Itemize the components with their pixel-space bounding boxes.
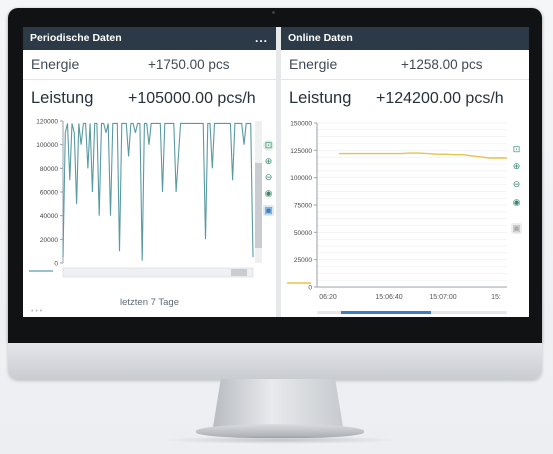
pan-icon[interactable]: ◉	[511, 197, 522, 208]
x-tick-label: 15:	[491, 294, 501, 301]
pan-icon[interactable]: ◉	[263, 188, 274, 199]
y-tick-label: 60000	[40, 190, 58, 197]
energy-row: Energie +1258.00 pcs	[281, 50, 529, 80]
y-tick-label: 100000	[36, 142, 58, 149]
y-tick-label: 40000	[40, 213, 58, 220]
panel-header: Online Daten	[281, 27, 529, 50]
power-value: +105000.00 pcs/h	[128, 90, 256, 107]
power-value: +124200.00 pcs/h	[376, 90, 504, 107]
x-scroll-thumb	[341, 311, 431, 314]
online-data-panel: Online Daten Energie +1258.00 pcs Leistu…	[281, 27, 529, 317]
y-tick-label: 0	[308, 285, 312, 292]
energy-label: Energie	[289, 56, 338, 72]
y-tick-label: 80000	[40, 166, 58, 173]
online-chart-svg: 150000 125000 100000 75000 50000 25000 0 06:20 1…	[287, 121, 507, 314]
screen: Periodische Daten ... Energie +1750.00 p…	[23, 27, 529, 317]
panel-title: Periodische Daten	[30, 32, 122, 44]
export-icon[interactable]: ▣	[511, 223, 522, 234]
x-scroll-thumb	[231, 269, 247, 276]
zoom-in-icon[interactable]: ⊕	[511, 161, 522, 172]
panel-title: Online Daten	[288, 32, 353, 44]
online-chart[interactable]: 150000 125000 100000 75000 50000 25000 0 06:20 1…	[281, 113, 529, 317]
power-row: Leistung +105000.00 pcs/h	[23, 80, 276, 112]
zoom-out-icon[interactable]: ⊖	[263, 172, 274, 183]
zoom-region-icon[interactable]: ⊡	[511, 144, 522, 155]
periodic-data-panel: Periodische Daten ... Energie +1750.00 p…	[23, 27, 276, 317]
more-button[interactable]: ...	[255, 27, 268, 50]
power-label: Leistung	[31, 89, 94, 107]
panel-header: Periodische Daten ...	[23, 27, 276, 50]
stand-shadow	[160, 436, 400, 444]
periodic-chart-svg: 120000 100000 80000 60000 40000 20000 0	[29, 119, 262, 278]
energy-row: Energie +1750.00 pcs	[23, 50, 276, 80]
y-tick-label: 125000	[290, 148, 312, 155]
y-tick-label: 150000	[290, 121, 312, 128]
y-scroll-thumb	[255, 163, 262, 248]
camera-dot	[272, 11, 275, 14]
y-tick-label: 50000	[294, 230, 312, 237]
series-line	[62, 122, 254, 261]
energy-value: +1258.00 pcs	[401, 57, 483, 72]
x-tick-label: 15:06:40	[375, 294, 402, 301]
y-tick-label: 25000	[294, 257, 312, 264]
y-tick-label: 75000	[294, 203, 312, 210]
periodic-chart[interactable]: 120000 100000 80000 60000 40000 20000 0	[23, 113, 276, 293]
y-tick-label: 20000	[40, 237, 58, 244]
time-range-label: letzten 7 Tage	[120, 297, 179, 308]
x-tick-label: 06:20	[319, 294, 337, 301]
x-tick-label: 15:07:00	[429, 294, 456, 301]
zoom-in-icon[interactable]: ⊕	[263, 156, 274, 167]
monitor-chin	[8, 343, 542, 379]
scroll-indicator: • • •	[31, 308, 43, 315]
zoom-region-icon[interactable]: ⊡	[263, 140, 274, 151]
export-icon[interactable]: ▣	[263, 205, 274, 216]
energy-label: Energie	[31, 56, 80, 72]
power-label: Leistung	[289, 89, 352, 107]
zoom-out-icon[interactable]: ⊖	[511, 179, 522, 190]
monitor-stand-neck	[213, 379, 343, 427]
y-tick-label: 0	[54, 261, 58, 268]
power-row: Leistung +124200.00 pcs/h	[281, 80, 529, 112]
y-tick-label: 120000	[36, 119, 58, 126]
y-tick-label: 100000	[290, 175, 312, 182]
x-scrollbar	[62, 267, 254, 278]
energy-value: +1750.00 pcs	[148, 57, 230, 72]
